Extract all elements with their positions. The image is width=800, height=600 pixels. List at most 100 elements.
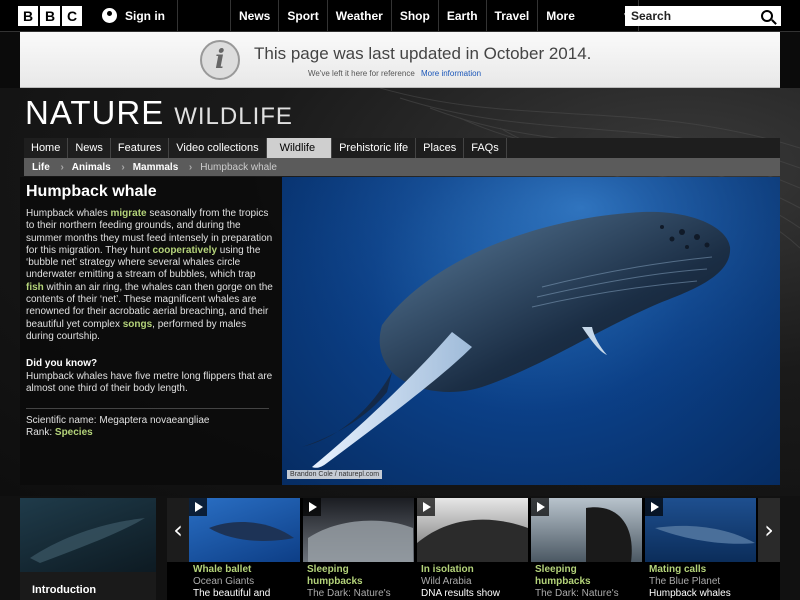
photo-credit: Brandon Cole / naturepl.com [287, 470, 383, 479]
link-songs[interactable]: songs [123, 319, 152, 330]
site-title[interactable]: NATURE WILDLIFE [25, 94, 293, 132]
tab-features[interactable]: Features [111, 138, 170, 158]
nav-news[interactable]: News [230, 0, 278, 32]
clip-title: Sleeping humpbacks [307, 564, 363, 587]
search-input[interactable] [625, 6, 757, 26]
nav-earth[interactable]: Earth [437, 0, 486, 32]
carousel-items: Whale ballet Ocean Giants The beautiful … [189, 498, 756, 600]
clip-source: Wild Arabia [421, 576, 472, 587]
chevron-left-icon: ‹ [173, 516, 183, 544]
did-you-know-text: Humpback whales have five metre long fli… [26, 371, 273, 395]
carousel-item[interactable]: Sleeping humpbacks The Dark: Nature's [531, 498, 642, 600]
intro-whale-image [30, 518, 145, 563]
play-icon [189, 498, 207, 516]
breadcrumb-animals[interactable]: Animals [64, 162, 125, 173]
desc-text: Humpback whales [26, 208, 111, 219]
bbc-global-bar: B B C Sign in News Sport Weather Shop Ea… [0, 0, 800, 32]
play-icon [531, 498, 549, 516]
bbc-logo-letter: C [62, 5, 82, 26]
play-icon [645, 498, 663, 516]
bbc-logo-letter: B [18, 5, 38, 26]
clip-title: In isolation [421, 564, 474, 575]
breadcrumb-mammals[interactable]: Mammals [125, 162, 193, 173]
clip-thumbnail [189, 498, 300, 562]
section-nav: Home News Features Video collections Wil… [24, 138, 780, 158]
clip-desc: DNA results show [421, 588, 500, 599]
carousel-strip: ‹ Whale ballet Ocean Giants The beautifu… [167, 498, 780, 600]
tab-news[interactable]: News [68, 138, 111, 158]
search-icon[interactable] [761, 10, 773, 22]
whale-illustration [282, 177, 780, 485]
nav-more-button[interactable]: More ▼ [537, 0, 640, 32]
banner-sub: We've left it here for reference More in… [308, 69, 481, 78]
page-title: Humpback whale [26, 183, 157, 200]
clip-thumbnail [417, 498, 528, 562]
clip-source: Ocean Giants [193, 576, 255, 587]
nav-shop[interactable]: Shop [390, 0, 438, 32]
banner-sub-text: We've left it here for reference [308, 69, 415, 78]
user-icon [102, 8, 117, 23]
signin-label: Sign in [125, 8, 165, 23]
clip-thumbnail [303, 498, 414, 562]
play-icon [303, 498, 321, 516]
more-information-link[interactable]: More information [421, 69, 481, 78]
nav-sport[interactable]: Sport [278, 0, 326, 32]
tab-wildlife[interactable]: Wildlife [266, 138, 333, 158]
clip-thumbnail [531, 498, 642, 562]
clip-desc: Humpback whales [649, 588, 731, 599]
link-migrate[interactable]: migrate [110, 208, 146, 219]
carousel-next-button[interactable]: › [758, 498, 780, 562]
intro-thumbnail [20, 498, 156, 572]
scientific-name-label: Scientific name: [26, 415, 97, 426]
article-description: Humpback whales migrate seasonally from … [26, 208, 274, 343]
global-nav: News Sport Weather Shop Earth Travel Mor… [230, 0, 640, 32]
tab-home[interactable]: Home [24, 138, 69, 158]
did-you-know-heading: Did you know? [26, 358, 98, 369]
search-box [625, 6, 781, 26]
rank-label: Rank: [26, 427, 53, 439]
carousel-item[interactable]: In isolation Wild Arabia DNA results sho… [417, 498, 528, 600]
whale-photo: Brandon Cole / naturepl.com [282, 177, 780, 485]
tab-faqs[interactable]: FAQs [464, 138, 507, 158]
link-cooperatively[interactable]: cooperatively [153, 245, 217, 256]
carousel-item[interactable]: Mating calls The Blue Planet Humpback wh… [645, 498, 756, 600]
clip-source: The Blue Planet [649, 576, 721, 587]
clip-desc: The beautiful and [193, 588, 271, 599]
article-panel: Humpback whale Humpback whales migrate s… [20, 177, 282, 485]
clip-title: Whale ballet [193, 564, 252, 575]
bbc-logo[interactable]: B B C [18, 5, 82, 26]
taxonomy: Scientific name: Megaptera novaeangliae … [26, 415, 274, 440]
breadcrumb-current: Humpback whale [200, 161, 277, 173]
site-title-main: NATURE [25, 94, 165, 131]
tab-prehistoric-life[interactable]: Prehistoric life [332, 138, 417, 158]
site-title-sub: WILDLIFE [174, 103, 293, 130]
breadcrumb: Life Animals Mammals Humpback whale [24, 158, 780, 176]
nav-more-label: More [546, 8, 575, 23]
carousel-prev-button[interactable]: ‹ [167, 498, 189, 562]
chevron-right-icon: › [764, 516, 774, 544]
clip-thumbnail [645, 498, 756, 562]
clip-title: Mating calls [649, 564, 707, 575]
intro-label: Introduction [32, 584, 97, 596]
play-icon [417, 498, 435, 516]
carousel-item[interactable]: Sleeping humpbacks The Dark: Nature's [303, 498, 414, 600]
divider [26, 408, 269, 409]
video-carousel: Introduction ‹ Whale ballet Ocean Giants… [0, 496, 800, 600]
tab-places[interactable]: Places [416, 138, 465, 158]
clip-source: The Dark: Nature's [307, 588, 391, 599]
nav-travel[interactable]: Travel [485, 0, 538, 32]
info-icon: i [200, 40, 240, 80]
link-fish[interactable]: fish [26, 282, 44, 293]
breadcrumb-life[interactable]: Life [24, 162, 64, 173]
clip-source: The Dark: Nature's [535, 588, 619, 599]
scientific-name-value: Megaptera novaeangliae [99, 415, 210, 426]
tab-video-collections[interactable]: Video collections [169, 138, 267, 158]
rank-link[interactable]: Species [55, 427, 93, 438]
signin-button[interactable]: Sign in [102, 0, 178, 32]
intro-card[interactable]: Introduction [20, 498, 156, 600]
carousel-item[interactable]: Whale ballet Ocean Giants The beautiful … [189, 498, 300, 600]
nav-weather[interactable]: Weather [326, 0, 391, 32]
bbc-logo-letter: B [40, 5, 60, 26]
clip-title: Sleeping humpbacks [535, 564, 591, 587]
archive-banner: i This page was last updated in October … [20, 32, 780, 88]
